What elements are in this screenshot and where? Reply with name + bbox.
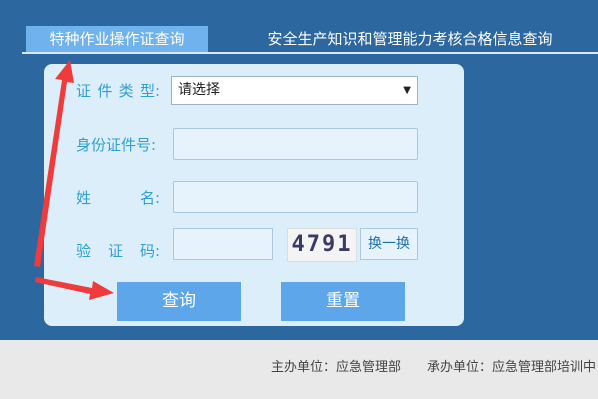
tab-underline	[22, 52, 598, 54]
name-input[interactable]	[173, 181, 418, 213]
label-char: 姓	[76, 189, 92, 207]
reset-button[interactable]: 重置	[281, 282, 405, 321]
captcha-image[interactable]: 4791	[287, 228, 357, 262]
id-number-label: 身份证件号:	[76, 136, 157, 154]
tab-special-operation-cert[interactable]: 特种作业操作证查询	[26, 26, 208, 52]
cert-type-selected: 请选择	[178, 82, 220, 98]
captcha-refresh-button[interactable]: 换一换	[360, 228, 418, 260]
cert-type-label: 证 件 类 型:	[76, 80, 160, 102]
captcha-label: 验 证 码:	[76, 240, 160, 262]
cert-type-select[interactable]: 请选择 ▼	[171, 76, 418, 105]
footer-host: 主办单位：应急管理部	[271, 360, 402, 375]
id-number-input[interactable]	[173, 128, 418, 160]
label-char: 型:	[139, 82, 160, 100]
captcha-input[interactable]	[173, 228, 273, 260]
tab-bar: 特种作业操作证查询 安全生产知识和管理能力考核合格信息查询	[0, 0, 598, 54]
query-form-panel: 证 件 类 型: 请选择 ▼ 身份证件号: 姓 名: 验 证 码: 4791 换…	[44, 64, 464, 326]
label-char: 码:	[139, 242, 160, 260]
label-char: 证	[76, 82, 92, 100]
label-char: 名:	[139, 189, 160, 207]
query-button[interactable]: 查询	[117, 282, 241, 321]
label-char: 证	[107, 242, 123, 260]
label-char: 件	[97, 82, 113, 100]
label-char: 验	[76, 242, 92, 260]
dropdown-caret-icon: ▼	[403, 85, 411, 96]
footer-organizer: 承办单位：应急管理部培训中	[427, 360, 597, 375]
name-label: 姓 名:	[76, 187, 160, 209]
tab-safety-qualification[interactable]: 安全生产知识和管理能力考核合格信息查询	[240, 26, 580, 52]
label-char: 类	[118, 82, 134, 100]
